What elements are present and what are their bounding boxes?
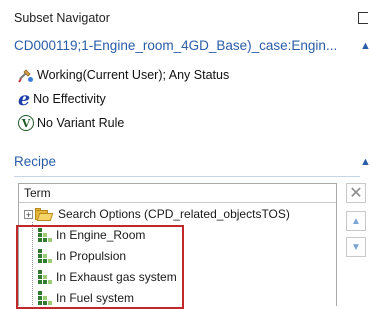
effectivity-icon: e [18, 88, 31, 110]
effectivity-text: No Effectivity [33, 92, 106, 106]
remove-term-button[interactable]: ✕ [346, 183, 366, 203]
column-header-term[interactable]: Term [19, 184, 336, 203]
panel-title: Subset Navigator [14, 11, 110, 25]
status-row-variant: V No Variant Rule [18, 114, 124, 132]
expand-icon[interactable]: + [24, 209, 33, 219]
status-row-working: Working(Current User); Any Status [18, 66, 229, 84]
maximize-icon[interactable] [358, 12, 368, 24]
section-divider [14, 176, 360, 177]
context-name-link[interactable]: CD000119;1-Engine_room_4GD_Base)_case:En… [14, 38, 349, 53]
move-down-button[interactable]: ▼ [346, 237, 366, 257]
variant-rule-icon: V [18, 115, 34, 131]
collapse-context-icon[interactable]: ▲ [360, 40, 370, 52]
highlight-box [16, 225, 184, 309]
table-row[interactable]: + Search Options (CPD_related_objectsTOS… [24, 204, 290, 224]
working-status-icon [18, 69, 33, 83]
move-up-button[interactable]: ▲ [346, 211, 366, 231]
working-status-text: Working(Current User); Any Status [37, 68, 230, 82]
row-label: Search Options (CPD_related_objectsTOS) [58, 207, 290, 221]
variant-rule-text: No Variant Rule [37, 116, 125, 130]
status-row-effectivity: e No Effectivity [18, 88, 106, 110]
recipe-section-title[interactable]: Recipe [14, 154, 56, 169]
collapse-recipe-icon[interactable]: ▲ [360, 156, 370, 168]
folder-icon [35, 207, 54, 221]
